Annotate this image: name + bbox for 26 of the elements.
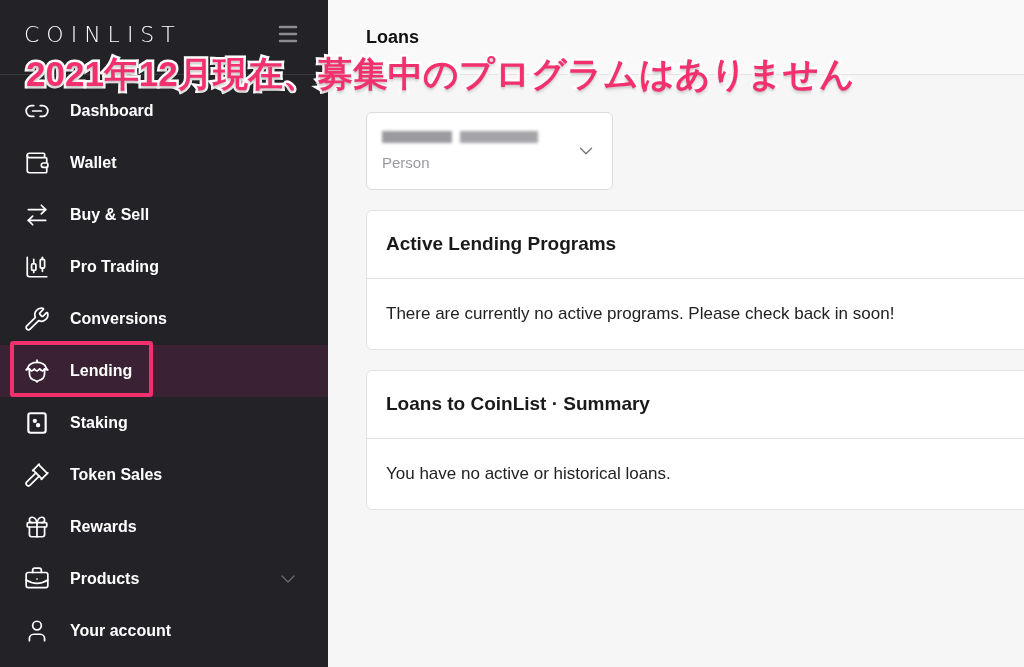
wallet-icon: [24, 150, 50, 176]
nav-link[interactable]: Your account: [24, 618, 172, 644]
nav-link[interactable]: Lending: [24, 358, 133, 384]
wrench-icon: [24, 306, 50, 332]
nav-link[interactable]: Buy & Sell: [24, 202, 150, 228]
card-title: Loans to CoinList · Summary: [386, 392, 650, 417]
card-text: There are currently no active programs. Please check back in soon!: [386, 303, 895, 326]
card-text: You have no active or historical loans.: [386, 463, 671, 486]
nav-link[interactable]: Dashboard: [24, 98, 154, 124]
acorn-icon: [24, 358, 50, 384]
nav-link[interactable]: Products: [24, 566, 140, 592]
gavel-icon: [24, 462, 50, 488]
nav-link[interactable]: Conversions: [24, 306, 167, 332]
card-title: Active Lending Programs: [386, 232, 617, 257]
nav-link[interactable]: Pro Trading: [24, 254, 159, 280]
dice-icon: [24, 410, 50, 436]
arrows-icon: [24, 202, 50, 228]
nav-link[interactable]: Wallet: [24, 150, 117, 176]
candlestick-icon: [24, 254, 50, 280]
page-title: Loans: [366, 26, 420, 49]
logo[interactable]: COINLIST: [24, 17, 182, 51]
briefcase-icon: [24, 566, 50, 592]
nav-link[interactable]: Staking: [24, 410, 128, 436]
nav-link[interactable]: Token Sales: [24, 462, 163, 488]
nav-link[interactable]: Rewards: [24, 514, 137, 540]
gift-icon: [24, 514, 50, 540]
